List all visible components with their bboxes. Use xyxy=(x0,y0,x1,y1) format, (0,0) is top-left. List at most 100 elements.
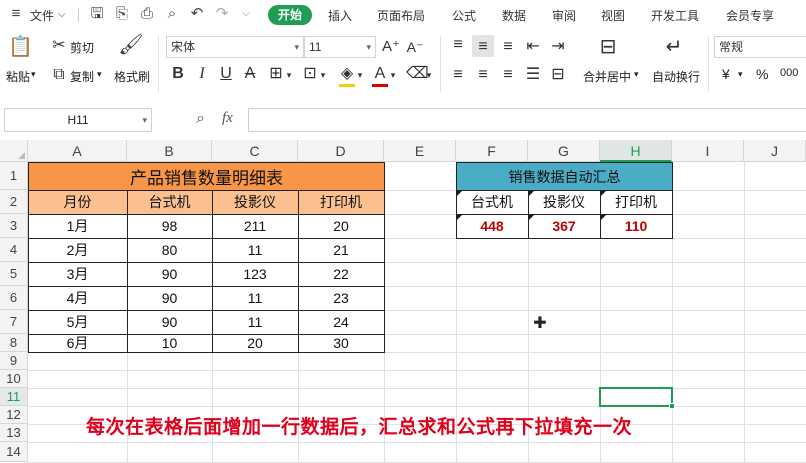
file-menu-chevron-icon[interactable]: ⌵ xyxy=(58,9,66,20)
column-header-j[interactable]: J xyxy=(744,140,806,162)
tab-view[interactable]: 视图 xyxy=(601,7,625,24)
row-header-6[interactable]: 6 xyxy=(0,286,28,310)
tab-developer[interactable]: 开发工具 xyxy=(651,7,699,24)
detail-data-cell[interactable]: 24 xyxy=(298,310,384,334)
fx-icon[interactable]: fx xyxy=(222,110,233,127)
merge-center-icon[interactable]: ⊟ xyxy=(596,37,620,57)
zoom-search-icon[interactable]: ⌕ xyxy=(196,110,205,128)
align-bottom-icon[interactable]: ≡ xyxy=(500,38,516,56)
column-header-a[interactable]: A xyxy=(28,140,127,162)
row-header-13[interactable]: 13 xyxy=(0,424,28,442)
wrap-text-button[interactable]: 自动换行 xyxy=(652,68,700,85)
detail-data-cell[interactable]: 123 xyxy=(212,262,298,286)
detail-header-cell[interactable]: 月份 xyxy=(28,190,127,214)
select-all-corner[interactable] xyxy=(0,140,28,162)
detail-data-cell[interactable]: 11 xyxy=(212,238,298,262)
font-size-select[interactable]: 11 ▾ xyxy=(304,36,376,58)
save-icon[interactable]: 🖫 xyxy=(89,6,105,22)
redo-icon[interactable]: ↷ xyxy=(214,6,230,22)
align-left-icon[interactable]: ≡ xyxy=(450,66,466,84)
fill-color-dropdown-icon[interactable]: ▾ xyxy=(355,66,365,84)
row-header-9[interactable]: 9 xyxy=(0,352,28,370)
detail-header-cell[interactable]: 台式机 xyxy=(127,190,212,214)
detail-data-cell[interactable]: 20 xyxy=(212,334,298,352)
tab-data[interactable]: 数据 xyxy=(502,7,526,24)
detail-data-cell[interactable]: 90 xyxy=(127,286,212,310)
merge-dropdown-icon[interactable]: ▾ xyxy=(634,69,639,80)
font-color-dropdown-icon[interactable]: ▾ xyxy=(388,66,398,84)
paste-icon[interactable]: 📋 xyxy=(8,37,33,57)
detail-data-cell[interactable]: 23 xyxy=(298,286,384,310)
summary-header-cell[interactable]: 投影仪 xyxy=(528,190,600,214)
font-name-select[interactable]: 宋体 ▾ xyxy=(166,36,304,58)
detail-data-cell[interactable]: 10 xyxy=(127,334,212,352)
distributed-align-icon[interactable]: ⊟ xyxy=(550,66,566,84)
summary-header-cell[interactable]: 台式机 xyxy=(456,190,528,214)
border-icon[interactable]: ⊞ xyxy=(268,65,284,83)
fill-pattern-icon[interactable]: ⊡ xyxy=(302,65,318,83)
detail-data-cell[interactable]: 2月 xyxy=(28,238,127,262)
detail-data-cell[interactable]: 21 xyxy=(298,238,384,262)
detail-data-cell[interactable]: 30 xyxy=(298,334,384,352)
align-right-icon[interactable]: ≡ xyxy=(500,66,516,84)
detail-data-cell[interactable]: 211 xyxy=(212,214,298,238)
hamburger-menu-icon[interactable]: ≡ xyxy=(8,6,24,22)
decrease-indent-icon[interactable]: ⇤ xyxy=(525,38,541,56)
scissors-icon[interactable]: ✂ xyxy=(50,37,68,55)
export-pdf-icon[interactable]: ⎘ xyxy=(114,6,130,22)
tab-page-layout[interactable]: 页面布局 xyxy=(377,7,425,24)
print-icon[interactable]: ⎙ xyxy=(139,6,155,22)
tab-formulas[interactable]: 公式 xyxy=(452,7,476,24)
currency-dropdown-icon[interactable]: ▾ xyxy=(738,69,743,80)
border-dropdown-icon[interactable]: ▾ xyxy=(284,66,294,84)
file-menu[interactable]: 文件 xyxy=(30,7,54,24)
row-header-12[interactable]: 12 xyxy=(0,406,28,424)
percent-button[interactable]: % xyxy=(756,66,768,82)
column-header-i[interactable]: I xyxy=(672,140,744,162)
column-header-c[interactable]: C xyxy=(212,140,298,162)
merge-center-button[interactable]: 合并居中 xyxy=(583,68,631,85)
thousands-button[interactable]: 000 xyxy=(780,67,798,79)
summary-total-cell[interactable]: 448 xyxy=(456,214,528,238)
print-preview-icon[interactable]: ⌕ xyxy=(164,6,180,22)
summary-total-cell[interactable]: 110 xyxy=(600,214,672,238)
strikethrough-icon[interactable]: A xyxy=(242,65,258,83)
column-header-e[interactable]: E xyxy=(384,140,456,162)
detail-data-cell[interactable]: 3月 xyxy=(28,262,127,286)
quick-access-dropdown-icon[interactable]: ⌵ xyxy=(238,6,254,22)
row-header-5[interactable]: 5 xyxy=(0,262,28,286)
row-header-3[interactable]: 3 xyxy=(0,214,28,238)
detail-data-cell[interactable]: 80 xyxy=(127,238,212,262)
detail-data-cell[interactable]: 90 xyxy=(127,310,212,334)
decrease-font-icon[interactable]: A⁻ xyxy=(406,38,424,56)
column-header-h[interactable]: H xyxy=(600,140,672,162)
row-header-11[interactable]: 11 xyxy=(0,388,28,406)
detail-data-cell[interactable]: 4月 xyxy=(28,286,127,310)
summary-header-cell[interactable]: 打印机 xyxy=(600,190,672,214)
row-header-4[interactable]: 4 xyxy=(0,238,28,262)
fill-pattern-dropdown-icon[interactable]: ▾ xyxy=(318,66,328,84)
column-header-g[interactable]: G xyxy=(528,140,600,162)
increase-font-icon[interactable]: A⁺ xyxy=(382,38,400,56)
justify-icon[interactable]: ☰ xyxy=(525,66,541,84)
name-box[interactable]: H11 ▾ xyxy=(4,108,152,132)
formula-input[interactable] xyxy=(248,108,806,132)
format-painter-icon[interactable]: 🖌 xyxy=(118,35,144,55)
undo-icon[interactable]: ↶ xyxy=(189,6,205,22)
row-header-2[interactable]: 2 xyxy=(0,190,28,214)
column-header-b[interactable]: B xyxy=(127,140,212,162)
detail-data-cell[interactable]: 11 xyxy=(212,286,298,310)
detail-data-cell[interactable]: 98 xyxy=(127,214,212,238)
tab-review[interactable]: 审阅 xyxy=(552,7,576,24)
clear-format-dropdown-icon[interactable]: ▾ xyxy=(424,66,434,84)
copy-icon[interactable]: ⧉ xyxy=(50,66,68,84)
detail-header-cell[interactable]: 打印机 xyxy=(298,190,384,214)
underline-icon[interactable]: U xyxy=(218,65,234,83)
currency-button[interactable]: ¥ xyxy=(722,66,730,82)
align-middle-icon[interactable]: ≡ xyxy=(475,38,491,56)
row-header-1[interactable]: 1 xyxy=(0,162,28,190)
column-header-f[interactable]: F xyxy=(456,140,528,162)
detail-data-cell[interactable]: 22 xyxy=(298,262,384,286)
row-header-14[interactable]: 14 xyxy=(0,442,28,462)
detail-header-cell[interactable]: 投影仪 xyxy=(212,190,298,214)
